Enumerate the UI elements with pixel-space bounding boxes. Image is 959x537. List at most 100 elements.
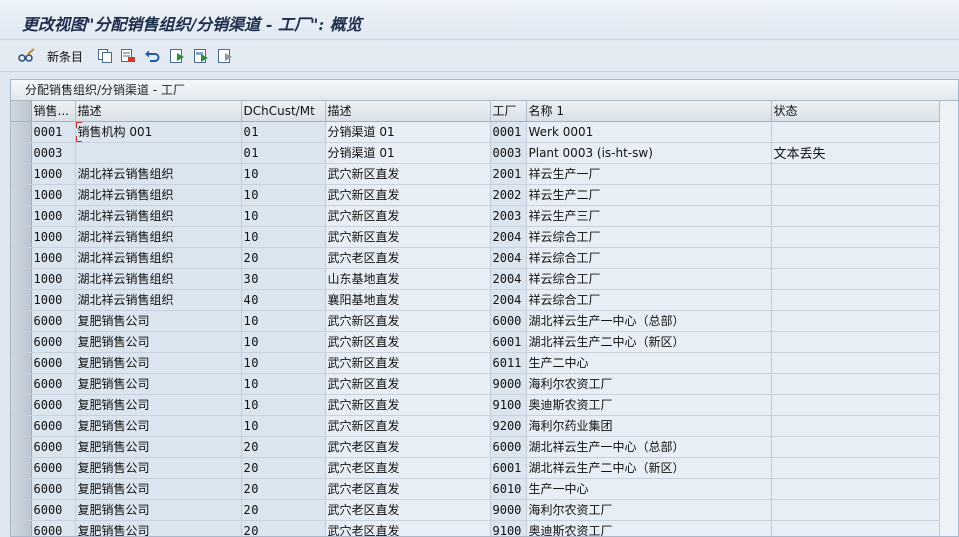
plant-cell[interactable]: 6001 <box>490 457 527 479</box>
plant-cell[interactable]: 9000 <box>490 499 527 521</box>
sales-org-cell[interactable]: 1000 <box>31 247 76 269</box>
channel-cell[interactable]: 10 <box>241 373 326 395</box>
table-row[interactable]: 1000 湖北祥云销售组织 20 武穴老区直发 2004 祥云综合工厂 <box>11 247 940 269</box>
plant-cell[interactable]: 0003 <box>490 142 527 164</box>
table-row[interactable]: 6000 复肥销售公司 10 武穴新区直发 9100 奥迪斯农资工厂 <box>11 394 940 416</box>
channel-cell[interactable]: 01 <box>241 121 326 143</box>
channel-cell[interactable]: 10 <box>241 184 326 206</box>
plant-cell[interactable]: 9000 <box>490 373 527 395</box>
row-selector[interactable] <box>11 184 32 206</box>
channel-cell[interactable]: 20 <box>241 520 326 536</box>
col-header-sales-org[interactable]: 销售... <box>31 101 76 122</box>
channel-cell[interactable]: 10 <box>241 394 326 416</box>
row-selector[interactable] <box>11 373 32 395</box>
sales-org-cell[interactable]: 6000 <box>31 373 76 395</box>
sales-org-cell[interactable]: 1000 <box>31 226 76 248</box>
row-selector[interactable] <box>11 352 32 374</box>
row-selector[interactable] <box>11 499 32 521</box>
row-selector[interactable] <box>11 289 32 311</box>
row-selector[interactable] <box>11 520 32 536</box>
table-row[interactable]: 6000 复肥销售公司 20 武穴老区直发 9000 海利尔农资工厂 <box>11 499 940 521</box>
sales-org-cell[interactable]: 6000 <box>31 520 76 536</box>
col-header-distribution-channel[interactable]: DChCust/Mt <box>241 101 326 122</box>
table-row[interactable]: 6000 复肥销售公司 20 武穴老区直发 6010 生产一中心 <box>11 478 940 500</box>
new-entries-button[interactable]: 新条目 <box>37 46 83 66</box>
plant-cell[interactable]: 9100 <box>490 394 527 416</box>
row-selector[interactable] <box>11 310 32 332</box>
row-selector[interactable] <box>11 142 32 164</box>
table-row[interactable]: 6000 复肥销售公司 10 武穴新区直发 6011 生产二中心 <box>11 352 940 374</box>
row-selector[interactable] <box>11 226 32 248</box>
channel-cell[interactable]: 10 <box>241 226 326 248</box>
sales-org-cell[interactable]: 1000 <box>31 163 76 185</box>
table-row[interactable]: 6000 复肥销售公司 10 武穴新区直发 9000 海利尔农资工厂 <box>11 373 940 395</box>
table-row[interactable]: 6000 复肥销售公司 10 武穴新区直发 9200 海利尔药业集团 <box>11 415 940 437</box>
sales-org-cell[interactable]: 0003 <box>31 142 76 164</box>
sales-org-cell[interactable]: 1000 <box>31 289 76 311</box>
sales-org-cell[interactable]: 6000 <box>31 457 76 479</box>
row-selector[interactable] <box>11 247 32 269</box>
plant-cell[interactable]: 6000 <box>490 310 527 332</box>
plant-cell[interactable]: 9100 <box>490 520 527 536</box>
channel-cell[interactable]: 10 <box>241 310 326 332</box>
col-header-status[interactable]: 状态 <box>771 101 940 122</box>
channel-cell[interactable]: 10 <box>241 331 326 353</box>
table-row[interactable]: 1000 湖北祥云销售组织 40 襄阳基地直发 2004 祥云综合工厂 <box>11 289 940 311</box>
delete-button[interactable] <box>120 46 136 66</box>
undo-change-button[interactable] <box>144 46 160 66</box>
channel-cell[interactable]: 20 <box>241 478 326 500</box>
select-block-button[interactable] <box>193 46 209 66</box>
table-row[interactable]: 0001 销售机构 001 01 分销渠道 01 0001 Werk 0001 <box>11 121 940 143</box>
row-selector[interactable] <box>11 478 32 500</box>
sales-org-cell[interactable]: 1000 <box>31 268 76 290</box>
channel-cell[interactable]: 30 <box>241 268 326 290</box>
table-row[interactable]: 6000 复肥销售公司 10 武穴新区直发 6000 湖北祥云生产一中心（总部） <box>11 310 940 332</box>
plant-cell[interactable]: 2004 <box>490 247 527 269</box>
sales-org-cell[interactable]: 1000 <box>31 205 76 227</box>
channel-cell[interactable]: 20 <box>241 247 326 269</box>
channel-cell[interactable]: 20 <box>241 499 326 521</box>
row-selector[interactable] <box>11 163 32 185</box>
plant-cell[interactable]: 2004 <box>490 268 527 290</box>
table-row[interactable]: 1000 湖北祥云销售组织 10 武穴新区直发 2001 祥云生产一厂 <box>11 163 940 185</box>
plant-cell[interactable]: 6001 <box>490 331 527 353</box>
plant-cell[interactable]: 6010 <box>490 478 527 500</box>
plant-cell[interactable]: 0001 <box>490 121 527 143</box>
channel-cell[interactable]: 20 <box>241 436 326 458</box>
row-selector[interactable] <box>11 394 32 416</box>
row-selector[interactable] <box>11 457 32 479</box>
select-all-rows-cell[interactable] <box>11 101 32 122</box>
sales-org-cell[interactable]: 1000 <box>31 184 76 206</box>
table-row[interactable]: 1000 湖北祥云销售组织 30 山东基地直发 2004 祥云综合工厂 <box>11 268 940 290</box>
select-all-button[interactable] <box>169 46 185 66</box>
channel-cell[interactable]: 10 <box>241 352 326 374</box>
plant-cell[interactable]: 9200 <box>490 415 527 437</box>
col-header-plant-name[interactable]: 名称 1 <box>526 101 772 122</box>
channel-cell[interactable]: 01 <box>241 142 326 164</box>
table-row[interactable]: 1000 湖北祥云销售组织 10 武穴新区直发 2004 祥云综合工厂 <box>11 226 940 248</box>
table-row[interactable]: 1000 湖北祥云销售组织 10 武穴新区直发 2002 祥云生产二厂 <box>11 184 940 206</box>
row-selector[interactable] <box>11 436 32 458</box>
row-selector[interactable] <box>11 268 32 290</box>
row-selector[interactable] <box>11 121 32 143</box>
display-change-toggle-button[interactable] <box>18 46 36 66</box>
row-selector[interactable] <box>11 205 32 227</box>
plant-cell[interactable]: 6000 <box>490 436 527 458</box>
table-row[interactable]: 6000 复肥销售公司 20 武穴老区直发 6000 湖北祥云生产一中心（总部） <box>11 436 940 458</box>
table-row[interactable]: 1000 湖北祥云销售组织 10 武穴新区直发 2003 祥云生产三厂 <box>11 205 940 227</box>
plant-cell[interactable]: 2004 <box>490 226 527 248</box>
channel-cell[interactable]: 10 <box>241 205 326 227</box>
col-header-channel-desc[interactable]: 描述 <box>325 101 491 122</box>
plant-cell[interactable]: 2004 <box>490 289 527 311</box>
channel-cell[interactable]: 20 <box>241 457 326 479</box>
copy-as-button[interactable] <box>97 46 113 66</box>
channel-cell[interactable]: 10 <box>241 163 326 185</box>
plant-cell[interactable]: 2002 <box>490 184 527 206</box>
row-selector[interactable] <box>11 415 32 437</box>
sales-org-cell[interactable]: 0001 <box>31 121 76 143</box>
table-row[interactable]: 0003 01 分销渠道 01 0003 Plant 0003 (is-ht-sw) 文本… <box>11 142 940 164</box>
table-row[interactable]: 6000 复肥销售公司 10 武穴新区直发 6001 湖北祥云生产二中心（新区） <box>11 331 940 353</box>
table-row[interactable]: 6000 复肥销售公司 20 武穴老区直发 6001 湖北祥云生产二中心（新区） <box>11 457 940 479</box>
sales-org-cell[interactable]: 6000 <box>31 310 76 332</box>
col-header-sales-org-desc[interactable]: 描述 <box>75 101 242 122</box>
